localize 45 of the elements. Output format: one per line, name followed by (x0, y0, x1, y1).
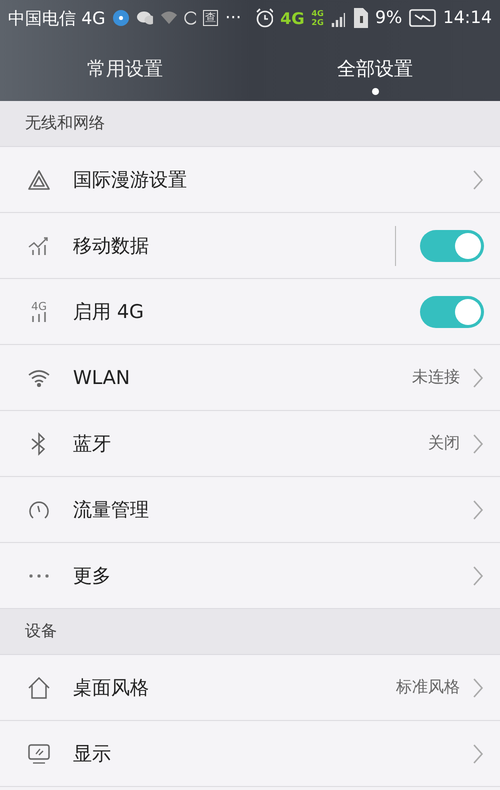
monitor-icon (27, 742, 51, 764)
toggle-switch[interactable] (420, 230, 484, 262)
notification-icon: 查 (203, 10, 218, 26)
setting-label: 更多 (73, 564, 112, 588)
more-icon (28, 572, 50, 578)
chevron-icon (472, 742, 484, 764)
setting-value: 未连接 (412, 367, 460, 388)
alarm-icon (255, 8, 274, 28)
section-header: 设备 (25, 621, 57, 642)
battery-percent: 9% (375, 8, 402, 28)
wifi-icon (160, 11, 177, 25)
chevron-icon (472, 498, 484, 520)
setting-label: 流量管理 (73, 498, 150, 522)
tab[interactable]: 常用设置 (87, 56, 163, 82)
setting-label: 蓝牙 (73, 432, 112, 456)
setting-value: 关闭 (428, 433, 460, 454)
hotspot-icon (112, 9, 129, 27)
chevron-icon (472, 564, 484, 586)
carrier-name: 中国电信 4G (8, 8, 106, 30)
tab[interactable]: 全部设置 (337, 56, 413, 82)
chevron-icon (472, 366, 484, 388)
setting-label: 桌面风格 (73, 676, 150, 700)
selected-indicator (372, 88, 378, 95)
sim-card-icon (352, 7, 368, 29)
triangle-icon (27, 168, 51, 190)
sim-type-label: 4G 2G (312, 9, 324, 27)
battery-charging-icon (409, 9, 436, 27)
setting-value: 标准风格 (396, 677, 460, 698)
chevron-icon (472, 168, 484, 190)
toggle-switch[interactable] (420, 296, 484, 328)
setting-label: 国际漫游设置 (73, 168, 188, 192)
overflow-indicator: ··· (225, 8, 242, 28)
setting-label: 启用 4G (73, 300, 145, 324)
setting-label: 移动数据 (73, 234, 150, 258)
wifi-icon (27, 368, 51, 388)
gauge-icon (27, 498, 51, 520)
section-header: 无线和网络 (25, 113, 105, 134)
chevron-icon (472, 432, 484, 454)
setting-label: 显示 (73, 742, 112, 766)
setting-label: WLAN (73, 366, 132, 388)
chat-icon (136, 10, 154, 26)
clock-time: 14:14 (443, 8, 492, 28)
chevron-icon (472, 676, 484, 698)
home-icon (27, 676, 51, 700)
network-type: 4G (280, 8, 305, 28)
